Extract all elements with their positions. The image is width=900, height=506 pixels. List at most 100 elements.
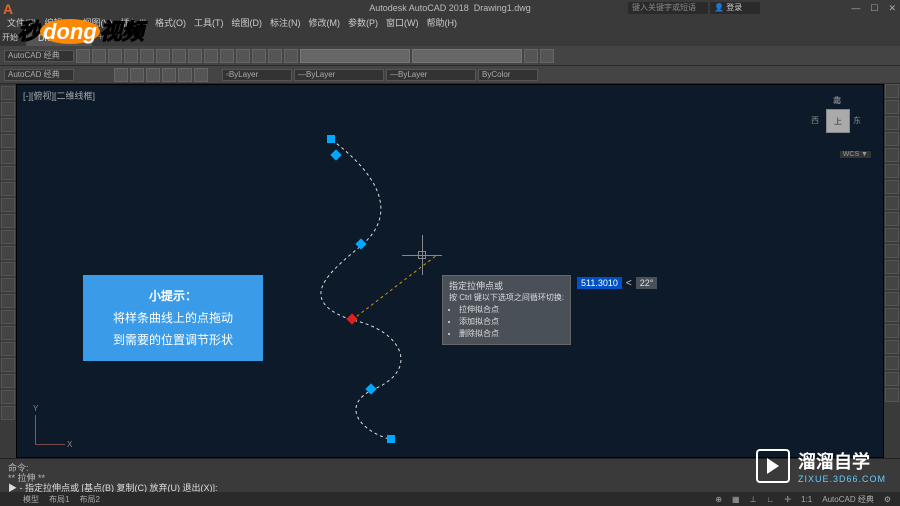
spline-grip[interactable] [387,435,395,443]
tool-icon[interactable] [1,326,15,340]
linetype-combo[interactable]: — ByLayer [294,69,384,81]
tool-icon[interactable] [885,372,899,386]
menu-format[interactable]: 格式(O) [152,16,189,30]
tool-icon[interactable] [885,212,899,226]
tool-icon[interactable] [885,324,899,338]
compass-w[interactable]: 西 [811,115,819,126]
layout2-tab[interactable]: 布局2 [76,494,102,505]
compass-s[interactable]: 南 [833,95,841,106]
viewcube-top[interactable]: 上 [826,109,850,133]
start-tab[interactable]: 开始 [0,30,26,46]
model-tab[interactable]: 模型 [20,494,42,505]
tool-icon[interactable] [140,49,154,63]
tool-icon[interactable] [162,68,176,82]
document-tab[interactable]: Drawing1* [26,30,92,46]
tool-icon[interactable] [76,49,90,63]
tool-icon[interactable] [124,49,138,63]
tool-icon[interactable] [92,49,106,63]
tool-icon[interactable] [284,49,298,63]
tool-icon[interactable] [1,182,15,196]
tool-icon[interactable] [1,102,15,116]
layout1-tab[interactable]: 布局1 [46,494,72,505]
tool-icon[interactable] [885,388,899,402]
workspace-combo2[interactable]: AutoCAD 经典 [4,69,74,81]
tool-icon[interactable] [885,180,899,194]
tool-icon[interactable] [156,49,170,63]
tool-icon[interactable] [1,294,15,308]
tool-icon[interactable] [1,134,15,148]
menu-window[interactable]: 窗口(W) [383,16,422,30]
menu-edit[interactable]: 编辑(E) [42,16,78,30]
menu-help[interactable]: 帮助(H) [424,16,461,30]
spline-grip[interactable] [327,135,335,143]
tool-icon[interactable] [1,342,15,356]
menu-modify[interactable]: 修改(M) [306,16,344,30]
status-icon[interactable]: ⊥ [747,495,760,504]
tool-icon[interactable] [1,86,15,100]
plotstyle-combo[interactable]: ByColor [478,69,538,81]
login-button[interactable]: 👤 登录 [710,2,760,14]
tool-icon[interactable] [1,390,15,404]
tool-icon[interactable] [885,356,899,370]
tool-icon[interactable] [108,49,122,63]
layer-field[interactable] [412,49,522,63]
tool-icon[interactable] [885,116,899,130]
status-icon[interactable]: ⚙ [881,495,894,504]
lineweight-combo[interactable]: — ByLayer [386,69,476,81]
tool-icon[interactable] [885,260,899,274]
scale-combo[interactable]: 1:1 [798,495,815,504]
tool-icon[interactable] [1,150,15,164]
tool-icon[interactable] [268,49,282,63]
tool-icon[interactable] [1,374,15,388]
color-combo[interactable]: ▫ ByLayer [222,69,292,81]
tool-icon[interactable] [220,49,234,63]
tool-icon[interactable] [1,358,15,372]
tool-icon[interactable] [252,49,266,63]
tool-icon[interactable] [885,308,899,322]
tool-icon[interactable] [885,132,899,146]
tool-icon[interactable] [146,68,160,82]
tool-icon[interactable] [885,292,899,306]
menu-param[interactable]: 参数(P) [345,16,381,30]
workspace-switch[interactable]: AutoCAD 经典 [819,494,877,505]
tool-icon[interactable] [236,49,250,63]
tool-icon[interactable] [885,244,899,258]
tool-icon[interactable] [114,68,128,82]
status-icon[interactable]: ∟ [764,495,778,504]
tool-icon[interactable] [188,49,202,63]
tool-icon[interactable] [1,118,15,132]
tool-icon[interactable] [1,278,15,292]
maximize-icon[interactable]: ☐ [870,3,878,14]
tool-icon[interactable] [1,246,15,260]
tool-icon[interactable] [885,148,899,162]
wcs-dropdown[interactable]: WCS ▼ [840,151,871,158]
view-cube[interactable]: 北 南 东 西 上 WCS ▼ [813,95,863,155]
tool-icon[interactable] [885,100,899,114]
menu-insert[interactable]: 插入(I) [118,16,151,30]
tool-icon[interactable] [1,406,15,420]
tool-icon[interactable] [885,84,899,98]
tool-icon[interactable] [1,166,15,180]
menu-draw[interactable]: 绘图(D) [229,16,266,30]
viewport-label[interactable]: [-][俯视][二维线框] [23,89,95,102]
compass-e[interactable]: 东 [853,115,861,126]
workspace-combo[interactable]: AutoCAD 经典 [4,50,74,62]
menu-file[interactable]: 文件(F) [4,16,40,30]
tool-icon[interactable] [885,164,899,178]
tool-icon[interactable] [885,276,899,290]
tool-icon[interactable] [1,310,15,324]
drawing-canvas[interactable]: [-][俯视][二维线框] 北 南 东 西 上 WCS ▼ 小提示： 将样条曲线… [16,84,884,458]
tool-icon[interactable] [172,49,186,63]
tool-icon[interactable] [885,228,899,242]
layer-field[interactable] [300,49,410,63]
minimize-icon[interactable]: — [851,3,860,14]
menu-dim[interactable]: 标注(N) [267,16,304,30]
help-search[interactable]: 键入关键字或短语 [628,2,708,14]
status-icon[interactable]: ✛ [781,495,794,504]
tool-icon[interactable] [885,340,899,354]
tool-icon[interactable] [194,68,208,82]
tool-icon[interactable] [1,262,15,276]
tool-icon[interactable] [178,68,192,82]
tool-icon[interactable] [524,49,538,63]
tool-icon[interactable] [1,198,15,212]
